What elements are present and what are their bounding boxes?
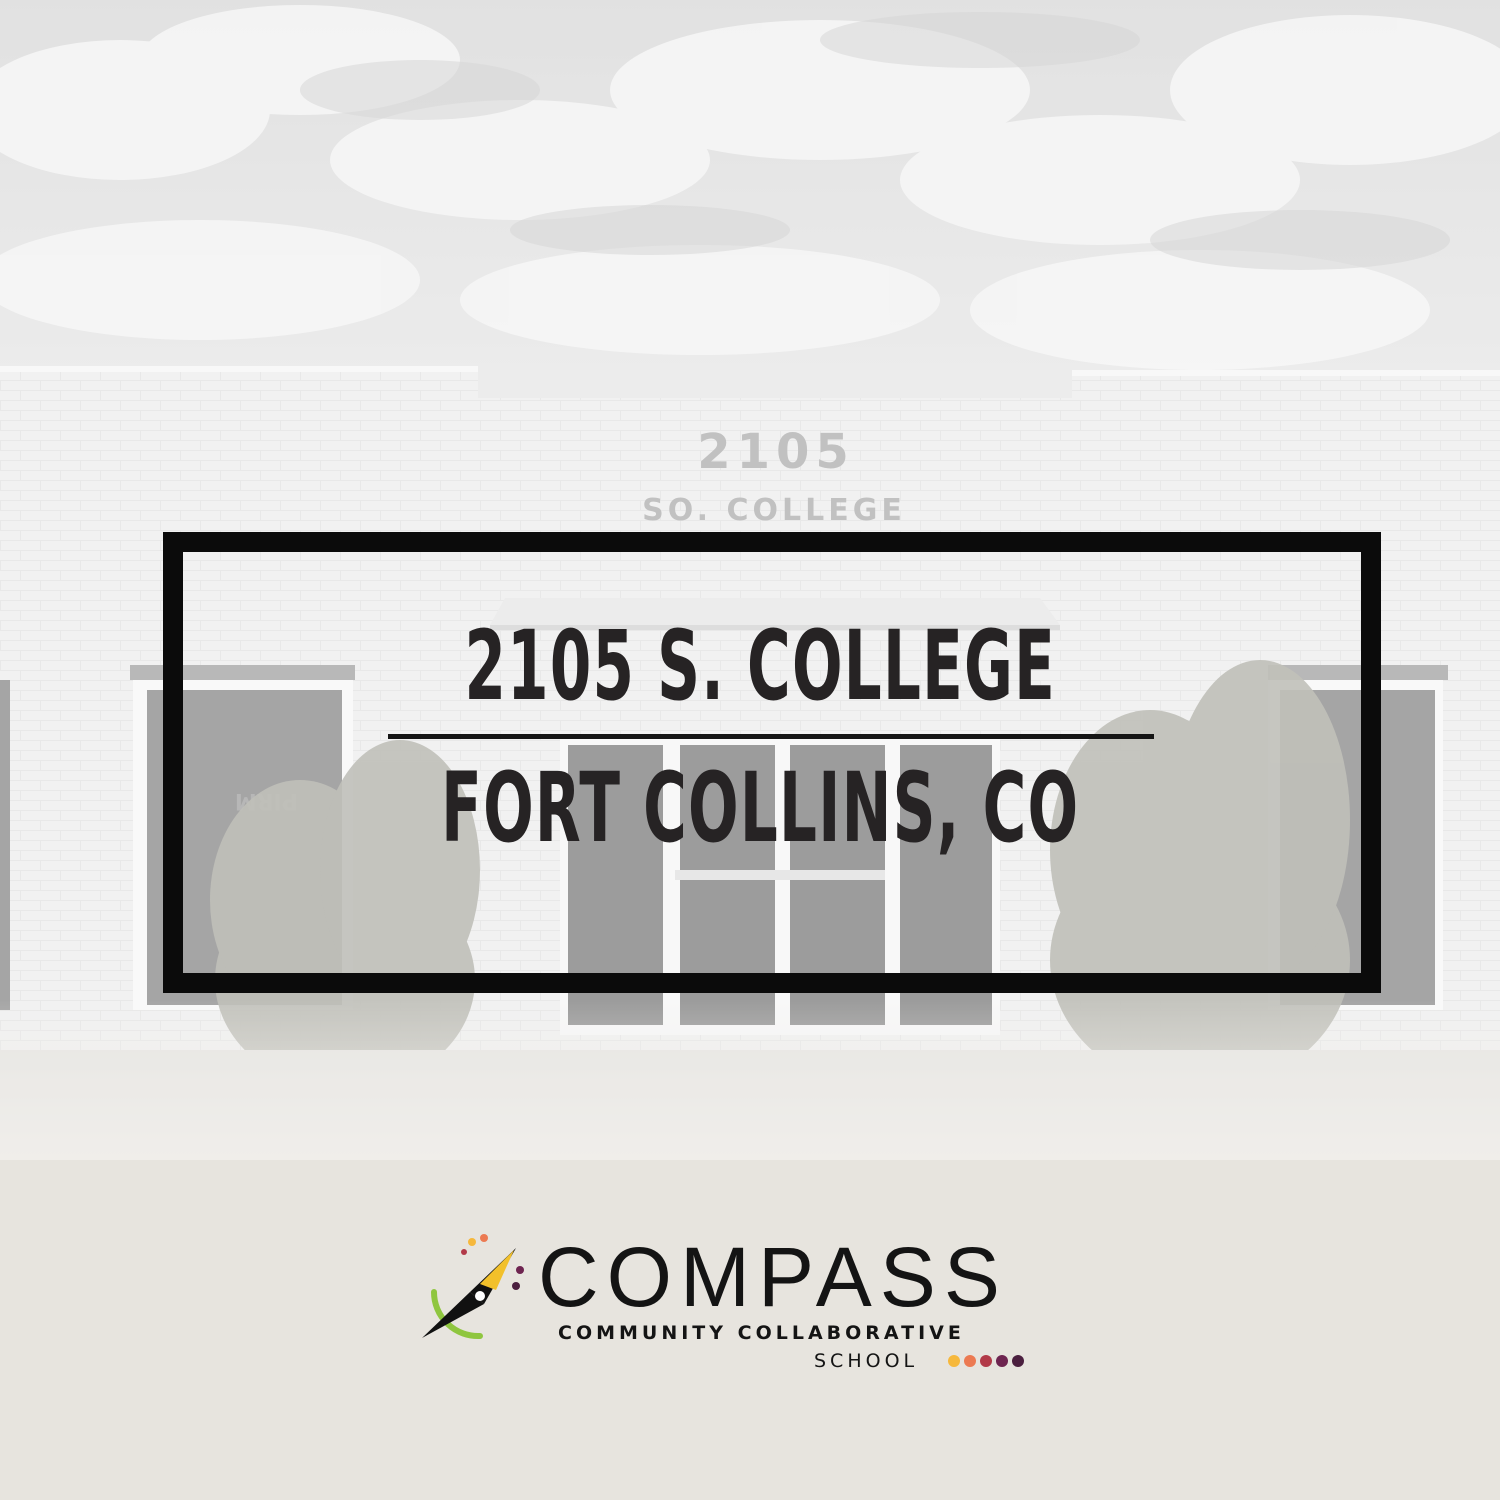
compass-logo: COMPASS COMMUNITY COLLABORATIVE SCHOOL [420,1232,1060,1372]
logo-subtitle: COMMUNITY COLLABORATIVE [558,1322,965,1344]
address-line: 2105 S. COLLEGE [464,610,1056,722]
color-dots-icon [948,1355,1024,1367]
headline-divider [388,734,1154,739]
logo-school: SCHOOL [814,1350,919,1372]
compass-needle-icon [422,1234,524,1340]
logo-name: COMPASS [538,1230,1008,1324]
page: 2105 SO. COLLEGE PIRM [0,0,1500,1500]
city-line: FORT COLLINS, CO [441,752,1080,864]
